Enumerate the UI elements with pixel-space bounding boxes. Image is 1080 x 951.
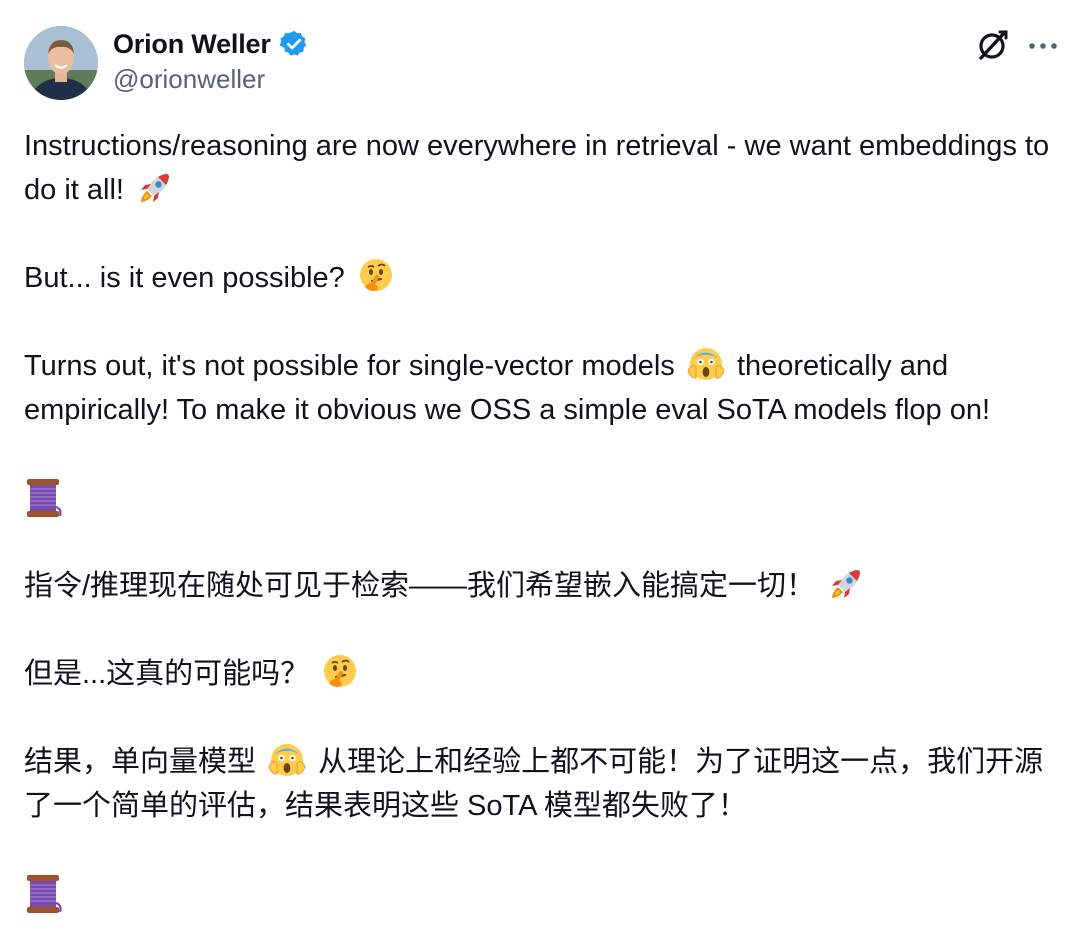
paragraph-zh-3-text-before: 结果，单向量模型 xyxy=(24,746,257,778)
thread-marker-1 xyxy=(24,476,1064,520)
screaming-face-icon xyxy=(687,345,725,383)
paragraph-zh-1: 指令/推理现在随处可见于检索——我们希望嵌入能搞定一切！ xyxy=(24,564,1064,608)
paragraph-3-text-before: Turns out, it's not possible for single-… xyxy=(24,350,675,382)
paragraph-zh-2: 但是...这真的可能吗？ xyxy=(24,652,1064,696)
post-text: Instructions/reasoning are now everywher… xyxy=(24,124,1064,916)
rocket-icon xyxy=(827,565,865,603)
thread-spool-icon xyxy=(24,476,64,520)
paragraph-zh-3: 结果，单向量模型 从理论上和经验上都不可能！为了证明这一点，我们开源了一个简单的… xyxy=(24,740,1064,828)
paragraph-zh-2-text: 但是...这真的可能吗？ xyxy=(24,658,310,690)
paragraph-1-text: Instructions/reasoning are now everywher… xyxy=(24,130,1050,206)
more-options-icon[interactable] xyxy=(1026,28,1060,62)
thinking-face-icon xyxy=(321,653,359,691)
thinking-face-icon xyxy=(357,257,395,295)
paragraph-2-text: But... is it even possible? xyxy=(24,262,345,294)
post-header: Orion Weller @orionweller xyxy=(24,24,1060,100)
verified-badge-icon xyxy=(279,29,309,59)
author-handle[interactable]: @orionweller xyxy=(113,64,265,95)
avatar[interactable] xyxy=(24,26,98,100)
rocket-icon xyxy=(136,169,174,207)
paragraph-1: Instructions/reasoning are now everywher… xyxy=(24,124,1064,212)
paragraph-zh-1-text: 指令/推理现在随处可见于检索——我们希望嵌入能搞定一切！ xyxy=(24,570,816,602)
author-name[interactable]: Orion Weller xyxy=(113,29,271,60)
screaming-face-icon xyxy=(268,741,306,779)
paragraph-3: Turns out, it's not possible for single-… xyxy=(24,344,1064,432)
name-row: Orion Weller xyxy=(113,26,309,62)
thread-marker-2 xyxy=(24,872,1064,916)
paragraph-2: But... is it even possible? xyxy=(24,256,1064,300)
thread-spool-icon xyxy=(24,872,64,916)
grok-icon[interactable] xyxy=(976,28,1010,62)
